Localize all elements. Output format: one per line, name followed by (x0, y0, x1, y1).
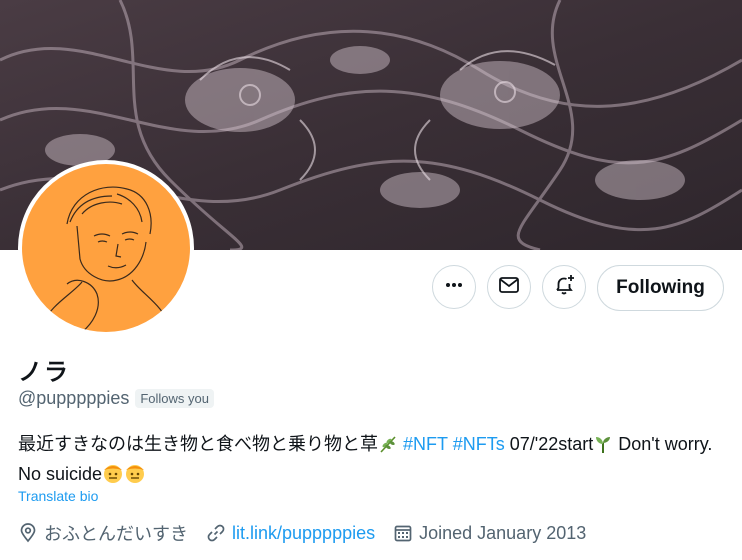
following-button[interactable]: Following (597, 265, 724, 311)
location-text: おふとんだいすき (44, 524, 188, 544)
profile-meta: おふとんだいすき lit.link/pupppppies Joined Janu… (18, 520, 604, 546)
profile-actions: Following (0, 265, 742, 311)
location: おふとんだいすき (18, 520, 188, 546)
joined-date: Joined January 2013 (393, 523, 586, 544)
hashtag-nfts[interactable]: #NFTs (453, 434, 505, 454)
more-button[interactable] (432, 265, 476, 309)
mail-icon (498, 274, 520, 301)
more-icon (444, 275, 464, 300)
link-icon (207, 524, 225, 542)
location-pin-icon (20, 523, 36, 543)
bell-plus-icon (552, 273, 576, 302)
joined-text: Joined January 2013 (419, 522, 587, 543)
face-emoji-icon (102, 462, 124, 491)
bio-start-date: 07/'22start (509, 434, 594, 454)
hashtag-nft[interactable]: #NFT (403, 434, 448, 454)
face-emoji-icon (124, 462, 146, 491)
bio-text: 最近すきなのは生き物と食べ物と乗り物と草 (18, 434, 378, 454)
seedling-emoji-icon (593, 434, 613, 461)
bio: 最近すきなのは生き物と食べ物と乗り物と草 #NFT #NFTs 07/'22st… (18, 431, 728, 491)
notify-button[interactable] (542, 265, 586, 309)
handle: @pupppppies (18, 388, 130, 408)
website-link[interactable]: lit.link/pupppppies (232, 523, 375, 544)
follows-you-badge: Follows you (135, 389, 214, 408)
translate-bio-link[interactable]: Translate bio (18, 488, 98, 504)
display-name: ノラ (18, 359, 70, 386)
message-button[interactable] (487, 265, 531, 309)
website: lit.link/pupppppies (206, 523, 375, 544)
herb-emoji-icon (378, 434, 398, 461)
handle-row: @pupppppies Follows you (18, 388, 214, 409)
calendar-icon (394, 525, 412, 542)
